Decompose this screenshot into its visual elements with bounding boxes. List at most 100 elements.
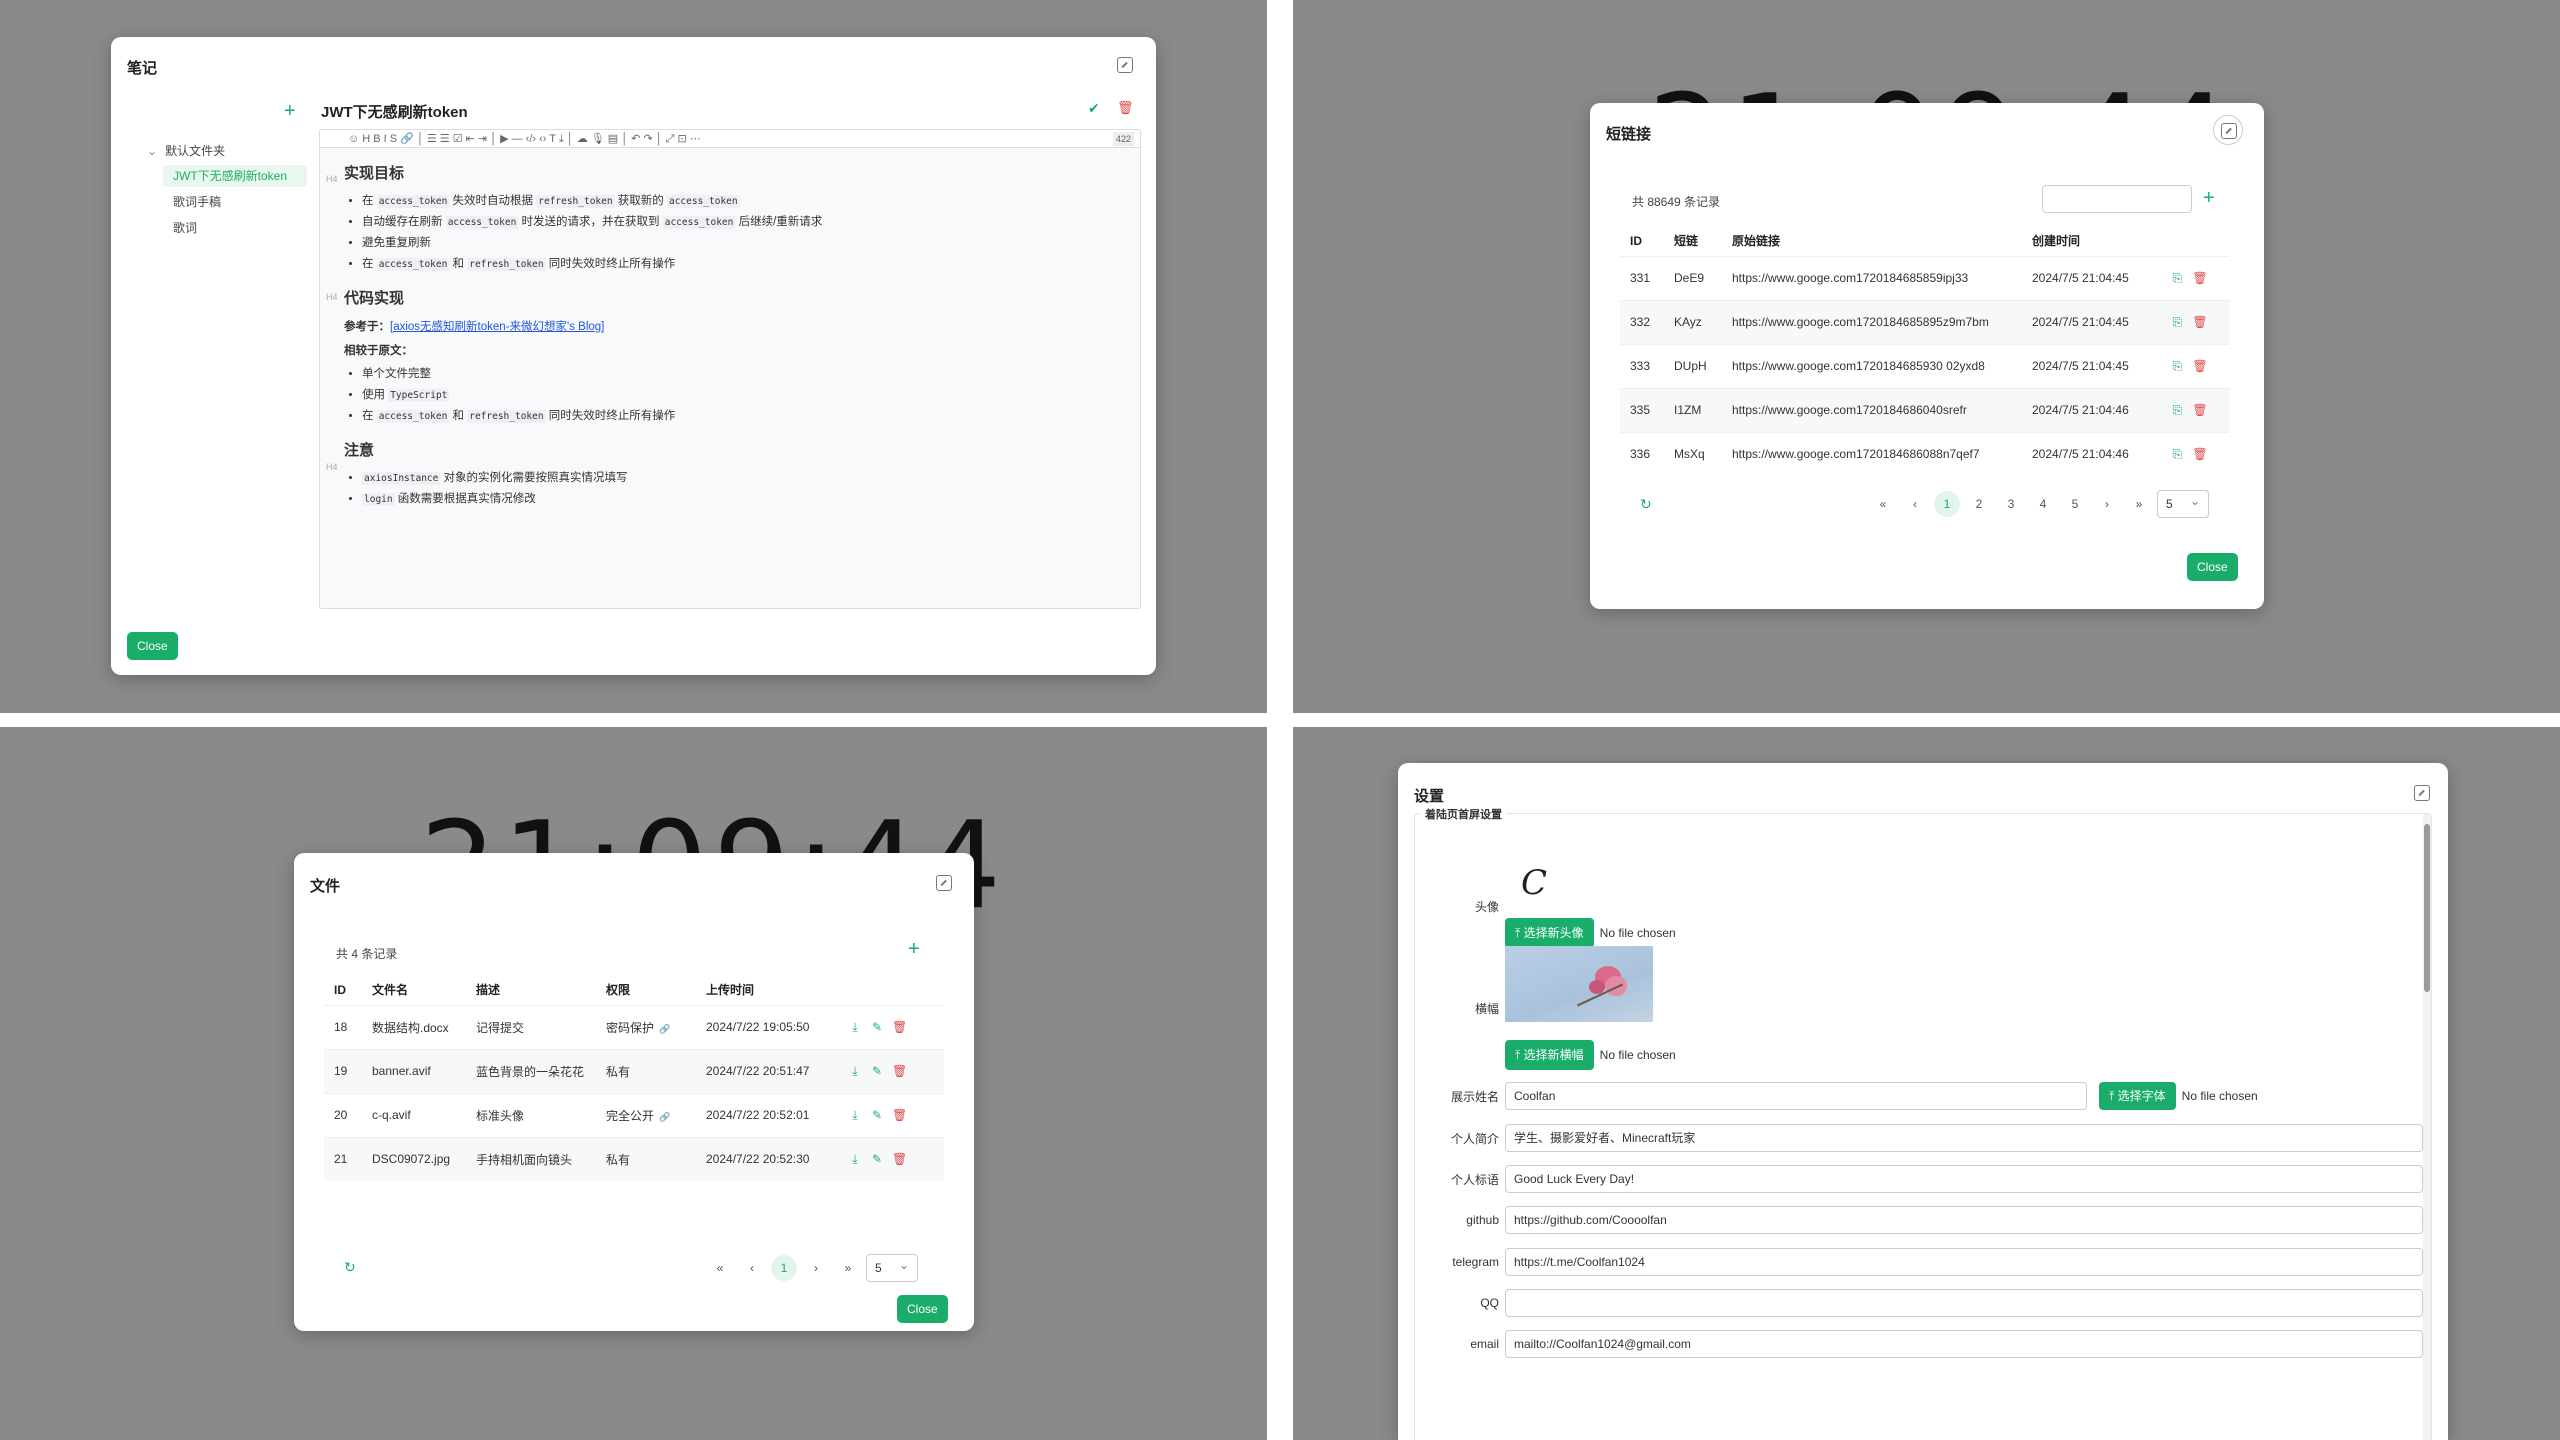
choose-avatar-button[interactable]: ⤒ 选择新头像 <box>1505 918 1594 948</box>
close-button[interactable]: Close <box>127 632 178 660</box>
page-3[interactable]: 3 <box>1995 491 2027 517</box>
list-item: 单个文件完整 <box>362 364 1128 385</box>
refresh-icon[interactable]: ↻ <box>344 1259 356 1276</box>
tree-item-jwt[interactable]: JWT下无感刷新token <box>163 165 307 187</box>
expand-icon[interactable] <box>936 875 952 891</box>
choose-banner-button[interactable]: ⤒ 选择新横幅 <box>1505 1040 1594 1070</box>
page-1[interactable]: 1 <box>771 1255 797 1281</box>
qq-input[interactable] <box>1505 1289 2423 1317</box>
expand-icon[interactable] <box>1117 57 1133 73</box>
page-4[interactable]: 4 <box>2027 491 2059 517</box>
copy-icon[interactable]: ⎘ <box>2170 359 2184 374</box>
copy-icon[interactable]: ⎘ <box>2170 271 2184 286</box>
link-icon[interactable]: 🔗 <box>658 1024 672 1035</box>
copy-icon[interactable]: ⎘ <box>2170 447 2184 462</box>
delete-icon[interactable]: 🗑 <box>2192 271 2207 285</box>
toolbar-buttons[interactable]: ☺ H B I S 🔗 │ ☰ ☰ ☑ ⇤ ⇥ │ ▶ — ‹/› ‹› T ⤓… <box>348 133 701 145</box>
page-1[interactable]: 1 <box>1934 491 1960 517</box>
tree-item-lyrics-draft[interactable]: 歌词手稿 <box>173 191 307 213</box>
github-input[interactable]: https://github.com/Coooolfan <box>1505 1206 2423 1234</box>
col-filename: 文件名 <box>372 983 409 998</box>
motto-input[interactable]: Good Luck Every Day! <box>1505 1165 2423 1193</box>
cell-actions: ⤓ ✎ 🗑 <box>834 1092 944 1137</box>
add-shortlink-button[interactable]: + <box>2203 188 2215 208</box>
col-uploaded: 上传时间 <box>706 983 755 998</box>
cell-actions: ⎘ 🗑 <box>2156 299 2230 344</box>
copy-icon[interactable]: ⎘ <box>2170 315 2184 330</box>
cell-created: 2024/7/5 21:04:46 <box>2022 387 2157 432</box>
name-label: 展示姓名 <box>1450 1089 1499 1104</box>
tree-item-lyrics[interactable]: 歌词 <box>173 217 307 239</box>
bio-input[interactable]: 学生、摄影爱好者、Minecraft玩家 <box>1505 1124 2423 1152</box>
next-page[interactable]: › <box>800 1255 832 1281</box>
cell-desc-text: 手持相机面向镜头 <box>476 1152 573 1167</box>
tree-folder[interactable]: ⌄ 默认文件夹 <box>147 141 307 161</box>
link-icon[interactable]: 🔗 <box>658 1112 672 1123</box>
scrollbar[interactable] <box>2423 814 2431 1440</box>
page-size-select[interactable]: 5 <box>866 1252 918 1282</box>
last-page[interactable]: » <box>832 1255 864 1281</box>
prev-page[interactable]: ‹ <box>736 1255 768 1281</box>
name-input[interactable]: Coolfan <box>1505 1082 2087 1110</box>
page-2[interactable]: 2 <box>1963 491 1995 517</box>
expand-icon[interactable] <box>2213 115 2243 145</box>
refresh-icon[interactable]: ↻ <box>1640 496 1652 513</box>
note-modal: 笔记 + ⌄ 默认文件夹 JWT下无感刷新token 歌词手稿 歌词 JWT下无感… <box>111 37 1156 675</box>
delete-icon[interactable]: 🗑 <box>892 1108 907 1122</box>
email-label: email <box>1470 1337 1499 1351</box>
pagination[interactable]: « ‹ 1 2 3 4 5 › » 5 <box>1867 488 2209 518</box>
download-icon[interactable]: ⤓ <box>848 1152 862 1167</box>
choose-font-button[interactable]: ⤒ 选择字体 <box>2099 1082 2176 1110</box>
delete-icon[interactable]: 🗑 <box>892 1064 907 1078</box>
page-5[interactable]: 5 <box>2059 491 2091 517</box>
page-size-select[interactable]: 5 <box>2157 488 2209 518</box>
scrollbar-thumb[interactable] <box>2424 824 2430 992</box>
delete-icon[interactable]: 🗑 <box>892 1020 907 1034</box>
close-button[interactable]: Close <box>897 1295 948 1323</box>
save-check-icon[interactable]: ✔ <box>1088 100 1100 117</box>
copy-icon[interactable]: ⎘ <box>2170 403 2184 418</box>
edit-icon[interactable]: ✎ <box>870 1064 884 1078</box>
add-file-button[interactable]: + <box>908 939 920 959</box>
pagination[interactable]: « ‹ 1 › » 5 <box>704 1252 918 1282</box>
cell-perm-text: 私有 <box>606 1064 631 1079</box>
reference-link[interactable]: [axios无感知刷新token-来微幻想家's Blog] <box>390 321 604 333</box>
expand-icon[interactable] <box>2414 785 2430 801</box>
next-page[interactable]: › <box>2091 491 2123 517</box>
delete-icon[interactable]: 🗑 <box>1117 100 1134 116</box>
email-input[interactable]: mailto://Coolfan1024@gmail.com <box>1505 1330 2423 1358</box>
last-page[interactable]: » <box>2123 491 2155 517</box>
col-actions <box>834 975 944 1005</box>
add-note-button[interactable]: + <box>284 101 296 121</box>
delete-icon[interactable]: 🗑 <box>2192 403 2207 417</box>
cell-id: 18 <box>324 1004 362 1049</box>
settings-modal: 设置 着陆页首屏设置 头像 C ⤒ 选择新头像 No file chosen 横… <box>1398 763 2448 1440</box>
bio-row: 个人简介 学生、摄影爱好者、Minecraft玩家 <box>1415 1124 2423 1152</box>
cell-uploaded-text: 2024/7/22 20:51:47 <box>706 1064 810 1078</box>
download-icon[interactable]: ⤓ <box>848 1020 862 1035</box>
search-input[interactable] <box>2042 185 2192 213</box>
modal-title: 文件 <box>310 878 341 895</box>
markdown-editor[interactable]: ☺ H B I S 🔗 │ ☰ ☰ ☑ ⇤ ⇥ │ ▶ — ‹/› ‹› T ⤓… <box>319 129 1141 609</box>
telegram-label: telegram <box>1452 1255 1499 1269</box>
chevron-down-icon: ⌄ <box>147 144 158 158</box>
download-icon[interactable]: ⤓ <box>848 1064 862 1079</box>
cell-created: 2024/7/5 21:04:45 <box>2022 299 2157 344</box>
settings-scroll-area[interactable]: 着陆页首屏设置 头像 C ⤒ 选择新头像 No file chosen 横幅 ⤒… <box>1414 806 2432 1440</box>
telegram-input[interactable]: https://t.me/Coolfan1024 <box>1505 1248 2423 1276</box>
first-page[interactable]: « <box>1867 491 1899 517</box>
delete-icon[interactable]: 🗑 <box>2192 447 2207 461</box>
edit-icon[interactable]: ✎ <box>870 1152 884 1166</box>
editor-toolbar[interactable]: ☺ H B I S 🔗 │ ☰ ☰ ☑ ⇤ ⇥ │ ▶ — ‹/› ‹› T ⤓… <box>320 130 1140 148</box>
edit-icon[interactable]: ✎ <box>870 1108 884 1122</box>
section-heading: 注意 <box>344 442 375 459</box>
delete-icon[interactable]: 🗑 <box>892 1152 907 1166</box>
close-button[interactable]: Close <box>2187 553 2238 581</box>
first-page[interactable]: « <box>704 1255 736 1281</box>
cell-filename: DSC09072.jpg <box>362 1136 466 1181</box>
delete-icon[interactable]: 🗑 <box>2192 315 2207 329</box>
prev-page[interactable]: ‹ <box>1899 491 1931 517</box>
download-icon[interactable]: ⤓ <box>848 1108 862 1123</box>
delete-icon[interactable]: 🗑 <box>2192 359 2207 373</box>
edit-icon[interactable]: ✎ <box>870 1020 884 1034</box>
